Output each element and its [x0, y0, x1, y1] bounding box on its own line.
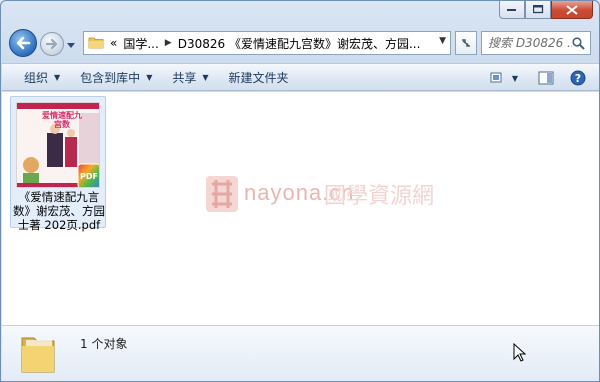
chevron-down-icon: ▼ — [511, 73, 519, 83]
refresh-icon — [462, 39, 470, 47]
search-input[interactable] — [488, 36, 572, 50]
svg-text:?: ? — [575, 72, 581, 85]
preview-pane-icon — [538, 71, 554, 85]
chevron-down-icon: ▼ — [54, 72, 61, 82]
maximize-button[interactable] — [525, 1, 551, 19]
watermark-cjk-text: 國學資源網 — [324, 184, 435, 209]
refresh-button[interactable] — [455, 31, 477, 55]
chevron-down-icon — [67, 43, 75, 48]
change-view-button[interactable] — [487, 68, 509, 88]
thumbnail-title: 爱情速配九宫数 — [42, 111, 82, 129]
chevron-down-icon: ▼ — [146, 72, 153, 82]
address-dropdown-icon[interactable]: ▼ — [439, 36, 446, 46]
explorer-window: « 国学... ▶ D30826 《爱情速配九宫数》谢宏茂、方园... ▼ 组织… — [0, 0, 600, 382]
minimize-button[interactable] — [499, 1, 525, 19]
organize-menu[interactable]: 组织 ▼ — [14, 65, 70, 89]
share-menu[interactable]: 共享 ▼ — [162, 65, 218, 89]
pdf-badge-text: PDF — [80, 172, 98, 181]
recent-pages-dropdown[interactable] — [67, 38, 75, 52]
view-controls: ▼ ? — [481, 68, 589, 88]
file-name-line-1: 《爱情速配九言 — [18, 190, 100, 204]
item-count: 1 个对象 — [80, 337, 128, 351]
chevron-down-icon: ▼ — [202, 72, 209, 82]
forward-arrow-icon — [45, 38, 58, 50]
back-arrow-icon — [16, 36, 31, 50]
details-pane: 1 个对象 — [2, 325, 599, 381]
breadcrumb-item-current[interactable]: D30826 《爱情速配九宫数》谢宏茂、方园... — [178, 35, 421, 52]
file-name: 《爱情速配九言 数》谢宏茂、方园 士著 202页.pdf — [13, 190, 105, 232]
file-name-line-2: 数》谢宏茂、方园 — [13, 204, 105, 218]
forward-button[interactable] — [40, 32, 64, 56]
share-label: 共享 — [172, 70, 197, 85]
search-icon[interactable] — [572, 36, 585, 50]
help-button[interactable]: ? — [567, 68, 589, 88]
close-button[interactable] — [551, 1, 593, 19]
back-button[interactable] — [9, 29, 37, 57]
folder-icon — [88, 35, 104, 52]
caption-buttons — [499, 1, 593, 19]
breadcrumb-item-guoxue[interactable]: 国学... — [123, 35, 158, 52]
navigation-bar: « 国学... ▶ D30826 《爱情速配九宫数》谢宏茂、方园... ▼ — [7, 29, 593, 59]
new-folder-button[interactable]: 新建文件夹 — [219, 65, 299, 89]
pdf-icon: PDF — [77, 163, 99, 187]
breadcrumb-separator-icon[interactable]: ▶ — [165, 38, 172, 48]
file-name-line-3: 士著 202页.pdf — [17, 218, 101, 232]
include-in-library-label: 包含到库中 — [80, 70, 141, 85]
preview-pane-button[interactable] — [535, 68, 557, 88]
pdf-thumbnail: 爱情速配九宫数 PDF — [16, 102, 100, 188]
close-icon — [566, 4, 578, 15]
breadcrumb-overflow[interactable]: « — [110, 36, 117, 50]
watermark-logo — [206, 176, 238, 212]
view-options-dropdown[interactable]: ▼ — [509, 68, 521, 88]
address-bar[interactable]: « 国学... ▶ D30826 《爱情速配九宫数》谢宏茂、方园... ▼ — [83, 31, 451, 55]
file-list-area[interactable]: 爱情速配九宫数 PDF 《爱情速配九言 数》谢宏茂、方园 士著 202页.pdf… — [2, 92, 599, 325]
command-bar: 组织 ▼ 包含到库中 ▼ 共享 ▼ 新建文件夹 ▼ ? — [2, 63, 599, 91]
mouse-cursor-icon — [513, 343, 527, 362]
include-in-library-menu[interactable]: 包含到库中 ▼ — [70, 65, 162, 89]
folder-icon — [21, 337, 55, 373]
organize-label: 组织 — [24, 70, 49, 85]
watermark: nayona.cn 國學資源網 — [204, 172, 434, 216]
help-icon: ? — [570, 70, 586, 86]
view-icon — [490, 72, 502, 83]
search-box[interactable] — [481, 31, 591, 55]
new-folder-label: 新建文件夹 — [228, 70, 289, 85]
file-item[interactable]: 爱情速配九宫数 PDF 《爱情速配九言 数》谢宏茂、方园 士著 202页.pdf — [10, 96, 106, 232]
